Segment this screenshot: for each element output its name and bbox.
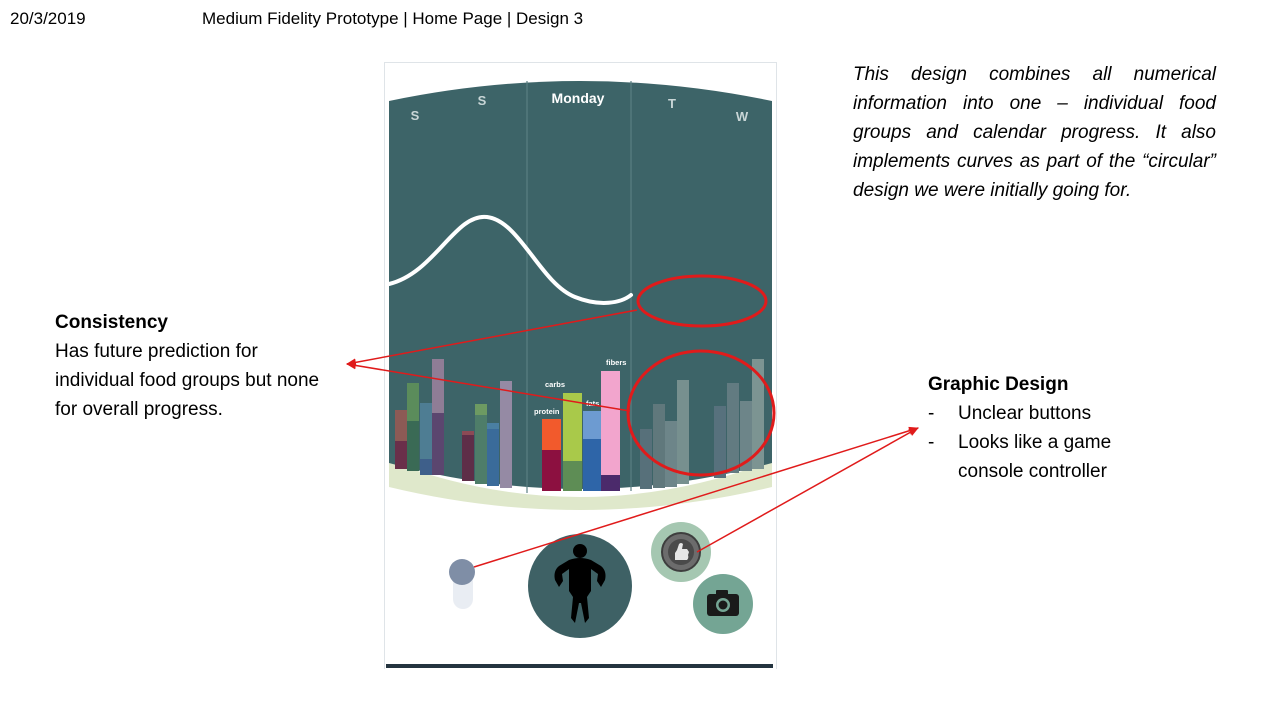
annotation-circle-bars — [626, 349, 776, 477]
design-description: This design combines all numerical infor… — [853, 64, 1216, 201]
annotation-circle-curve — [636, 274, 768, 328]
arrow-graphic-design-2 — [696, 427, 919, 553]
arrow-graphic-design-1 — [473, 426, 919, 568]
consistency-note: Consistency Has future prediction for in… — [55, 308, 335, 424]
graphic-design-note: Graphic Design Unclear buttons Looks lik… — [928, 370, 1158, 486]
consistency-body: Has future prediction for individual foo… — [55, 341, 320, 420]
consistency-heading: Consistency — [55, 312, 168, 333]
arrow-consistency-1 — [346, 309, 638, 367]
arrow-consistency-2 — [346, 361, 631, 412]
graphic-design-heading: Graphic Design — [928, 374, 1069, 395]
graphic-design-item: Unclear buttons — [928, 399, 1158, 428]
graphic-design-item: Looks like a game console controller — [928, 428, 1158, 486]
